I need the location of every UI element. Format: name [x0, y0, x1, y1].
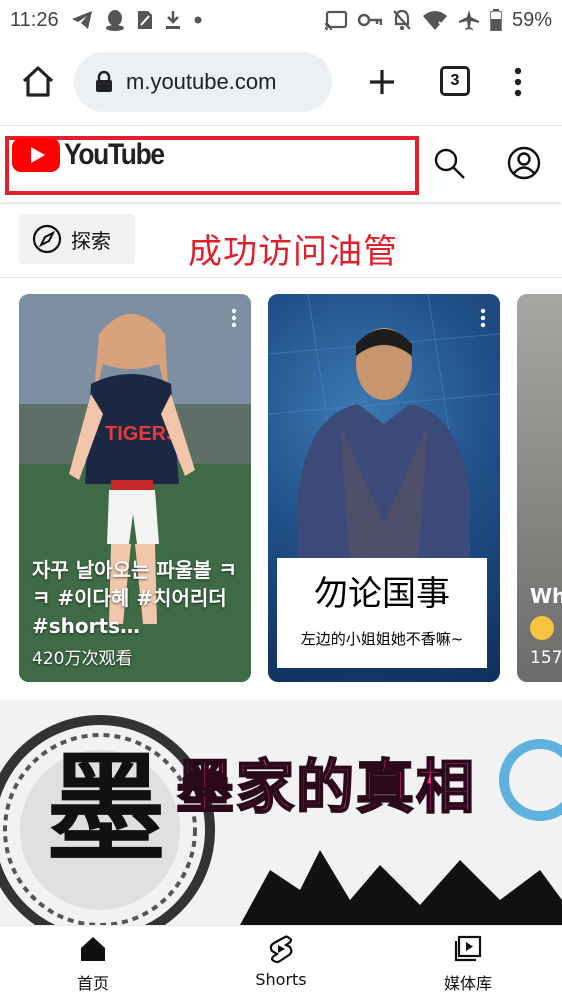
wifi-x-icon [422, 9, 448, 31]
account-button[interactable] [506, 145, 542, 181]
explore-chip[interactable]: 探索 [19, 214, 135, 264]
nav-library[interactable]: 媒体库 [413, 934, 523, 996]
address-bar[interactable]: m.youtube.com [74, 52, 332, 112]
nav-home[interactable]: 首页 [38, 934, 148, 996]
caption-overlay: 勿论国事 左边的小姐姐她不香嘛~ [277, 558, 487, 668]
plus-icon [370, 70, 394, 94]
telegram-icon [71, 10, 93, 30]
url-text: m.youtube.com [126, 69, 277, 94]
nav-library-label: 媒体库 [443, 974, 492, 993]
compass-icon [32, 224, 62, 254]
search-icon [434, 148, 465, 179]
short-views: 157 [530, 648, 562, 668]
shorts-icon [269, 935, 293, 964]
youtube-logo[interactable]: YouTube [12, 138, 177, 172]
nav-shorts-label: Shorts [255, 970, 307, 989]
short-title: 자꾸 날아오는 파울볼 ㅋㅋ #이다혜 #치어리더 #shorts… [32, 558, 237, 638]
more-vert-icon [514, 67, 522, 97]
seal-character: 墨 [46, 738, 166, 879]
heart-eyes-emoji-icon [530, 616, 554, 640]
short-title: Wh [530, 584, 562, 608]
lock-icon [96, 70, 112, 92]
chips-row: 探索 成功访问油管 [0, 202, 562, 278]
youtube-play-icon [12, 138, 60, 172]
short-card[interactable]: TIGERS 자꾸 날아오는 파울볼 ㅋㅋ #이다혜 #치어리더 #shorts… [19, 294, 251, 682]
status-left-icons [71, 9, 203, 31]
short-more-icon[interactable] [231, 308, 237, 328]
status-right-icons: 59% [324, 9, 552, 32]
home-filled-icon [81, 937, 105, 961]
nav-shorts[interactable]: Shorts [226, 934, 336, 996]
video-thumbnail[interactable]: 墨 墨家的真相 [0, 700, 562, 925]
thumbnail-title: 墨家的真相 [175, 752, 477, 822]
short-views: 420万次观看 [32, 649, 133, 669]
battery-percent: 59% [511, 8, 552, 31]
home-button[interactable] [18, 62, 58, 102]
youtube-header: YouTube [0, 126, 562, 202]
nav-home-label: 首页 [76, 974, 109, 993]
account-icon [507, 146, 541, 180]
youtube-wordmark: YouTube [64, 138, 165, 171]
home-icon [22, 66, 54, 97]
search-button[interactable] [432, 146, 468, 182]
airplane-icon [458, 9, 480, 31]
overlay-subtitle: 左边的小姐姐她不香嘛~ [300, 630, 464, 648]
browser-toolbar: m.youtube.com 3 [0, 40, 562, 126]
annotation-text: 成功访问油管 [188, 232, 398, 272]
download-icon [165, 10, 181, 30]
explore-label: 探索 [71, 228, 111, 253]
library-icon [454, 935, 482, 962]
sim-icon [137, 10, 153, 30]
tab-count: 3 [450, 72, 460, 89]
cast-icon [324, 10, 348, 30]
vpn-key-icon [357, 13, 382, 27]
short-card[interactable]: Wh 157 [517, 294, 562, 682]
dot-icon [193, 15, 203, 25]
tab-switcher-button[interactable]: 3 [440, 66, 470, 96]
bell-off-icon [392, 9, 412, 31]
bottom-navigation: 首页 Shorts 媒体库 [0, 925, 562, 1000]
shorts-shelf: TIGERS 자꾸 날아오는 파울볼 ㅋㅋ #이다혜 #치어리더 #shorts… [0, 294, 562, 684]
qq-icon [105, 9, 125, 31]
overlay-title: 勿论国事 [314, 574, 450, 614]
battery-icon [489, 9, 502, 31]
new-tab-button[interactable] [362, 62, 402, 102]
status-bar: 11:26 59% [0, 0, 562, 40]
browser-menu-button[interactable] [504, 62, 532, 102]
status-time: 11:26 [10, 8, 59, 31]
short-more-icon[interactable] [480, 308, 486, 328]
short-card[interactable]: 勿论国事 左边的小姐姐她不香嘛~ [268, 294, 500, 682]
